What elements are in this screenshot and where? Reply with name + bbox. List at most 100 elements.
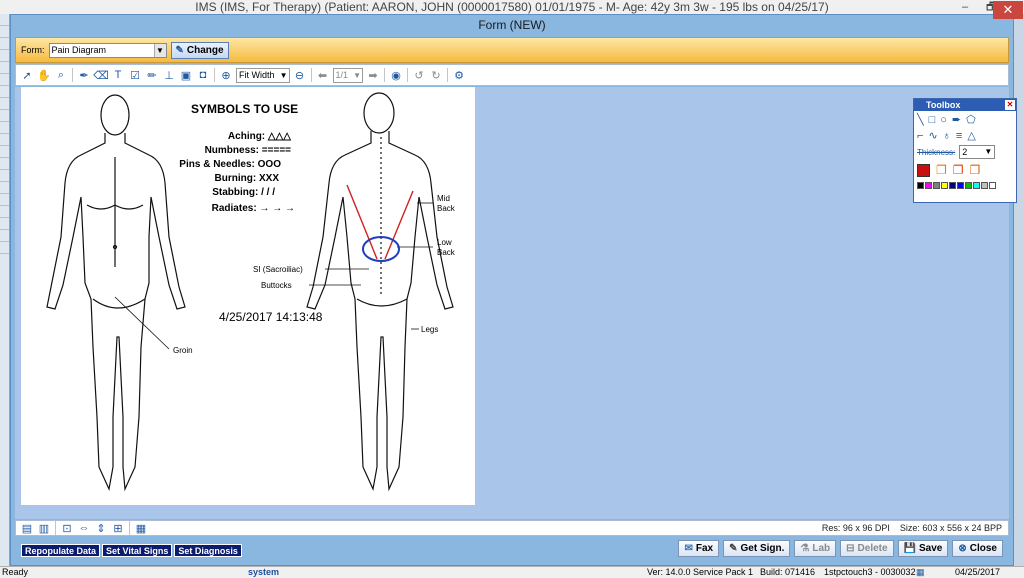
zoom-in-icon[interactable]: ⊕ bbox=[219, 68, 233, 82]
label-legs: Legs bbox=[421, 325, 438, 334]
minimize-button[interactable]: – bbox=[962, 0, 968, 14]
checkmark-icon[interactable]: ☑ bbox=[128, 68, 142, 82]
swatch-gray[interactable] bbox=[933, 182, 940, 189]
lab-label: Lab bbox=[812, 543, 831, 554]
freehand-icon[interactable]: ∿ bbox=[928, 130, 942, 142]
symbol-burning: Burning: XXX bbox=[215, 173, 280, 184]
eraser-icon[interactable]: ⌫ bbox=[93, 68, 109, 82]
page-select[interactable]: 1/1 ▼ bbox=[332, 67, 364, 83]
highlighter-icon[interactable]: ✏ bbox=[145, 68, 159, 82]
get-signature-button[interactable]: ✎ Get Sign. bbox=[723, 540, 791, 557]
swatch-cyan[interactable] bbox=[973, 182, 980, 189]
ellipse-icon[interactable]: ○ bbox=[940, 114, 952, 126]
swatch-yellow[interactable] bbox=[941, 182, 948, 189]
calendar-icon: ▦ bbox=[916, 567, 925, 577]
toolbox-close-icon[interactable]: ✕ bbox=[1005, 100, 1015, 110]
line-style-icon[interactable]: ≡ bbox=[956, 130, 967, 142]
form-window: Form (NEW) ✕ Form: Pain Diagram ▼ ✎ Chan… bbox=[10, 1, 1023, 566]
line-icon[interactable]: ╲ bbox=[917, 114, 929, 126]
next-page-icon[interactable]: ➡ bbox=[366, 68, 380, 82]
zoom-select[interactable]: Fit Width ▼ bbox=[236, 67, 290, 83]
color-tools-row: ❐ ❐ ❐ bbox=[914, 161, 1016, 179]
change-button[interactable]: ✎ Change bbox=[170, 41, 229, 59]
lab-button[interactable]: ⚗ Lab bbox=[794, 540, 837, 557]
toolbox-panel[interactable]: Toolbox ✕ ╲□○➨⬠ ⌐∿♁≡△ Thickness: 2 ▼ ❐ ❐… bbox=[913, 98, 1017, 203]
arrow-icon[interactable]: ➨ bbox=[952, 114, 966, 126]
swatch-green[interactable] bbox=[965, 182, 972, 189]
front-body-figure bbox=[46, 94, 186, 492]
save-icon: 💾 bbox=[903, 543, 917, 554]
line-color-icon[interactable]: ❐ bbox=[953, 163, 964, 177]
pan-hand-icon[interactable]: ✋ bbox=[37, 68, 51, 82]
measure-icon[interactable]: △ bbox=[967, 130, 980, 142]
previous-page-icon[interactable]: ⬅ bbox=[316, 68, 330, 82]
label-groin: Groin bbox=[173, 346, 193, 355]
rectangle-icon[interactable]: □ bbox=[929, 114, 941, 126]
edit-form-icon: ✎ bbox=[175, 44, 184, 56]
swatch-white[interactable] bbox=[989, 182, 996, 189]
grid-icon[interactable]: ▦ bbox=[134, 521, 148, 535]
thumbnail-icon[interactable]: ▤ bbox=[20, 521, 34, 535]
swatch-navy[interactable] bbox=[949, 182, 956, 189]
rotate-right-icon[interactable]: ↻ bbox=[429, 68, 443, 82]
status-version: Ver: 14.0.0 Service Pack 1 bbox=[647, 567, 754, 577]
fit-height-icon[interactable]: ⇕ bbox=[94, 521, 108, 535]
close-window-button[interactable]: ✕ bbox=[993, 1, 1023, 19]
fill-color-icon[interactable]: ❐ bbox=[936, 163, 947, 177]
status-date: 04/25/2017 bbox=[955, 567, 1001, 577]
scan-icon[interactable]: ◉ bbox=[389, 68, 403, 82]
rotate-left-icon[interactable]: ↺ bbox=[412, 68, 426, 82]
thickness-select[interactable]: 2 ▼ bbox=[959, 145, 996, 159]
text-icon[interactable]: T bbox=[111, 68, 125, 82]
symbol-aching: Aching: △△△ bbox=[228, 131, 291, 142]
save-button[interactable]: 💾 Save bbox=[897, 540, 949, 557]
toolbox-header[interactable]: Toolbox ✕ bbox=[914, 99, 1016, 111]
thickness-label: Thickness: bbox=[917, 147, 956, 157]
fax-button[interactable]: ✉ Fax bbox=[678, 540, 720, 557]
pdf-icon[interactable]: ▥ bbox=[37, 521, 51, 535]
current-color-icon[interactable] bbox=[917, 163, 930, 177]
fax-icon: ✉ bbox=[684, 543, 693, 554]
label-si: SI (Sacroiliac) bbox=[253, 265, 303, 274]
polygon-icon[interactable]: ⬠ bbox=[966, 114, 981, 126]
pain-diagram-document[interactable]: SYMBOLS TO USE Aching: △△△ Numbness: ===… bbox=[21, 87, 475, 505]
text-color-icon[interactable]: ❐ bbox=[970, 163, 981, 177]
fit-page-icon[interactable]: ⊡ bbox=[60, 521, 74, 535]
swatch-black[interactable] bbox=[917, 182, 924, 189]
zoom-out-icon[interactable]: ⊖ bbox=[293, 68, 307, 82]
repopulate-data-button[interactable]: Repopulate Data bbox=[21, 543, 101, 557]
close-button[interactable]: ⊗ Close bbox=[952, 540, 1003, 557]
form-canvas[interactable]: SYMBOLS TO USE Aching: △△△ Numbness: ===… bbox=[15, 87, 1009, 519]
polyline-icon[interactable]: ⌐ bbox=[917, 130, 928, 142]
shape-tools-row-1[interactable]: ╲□○➨⬠ bbox=[914, 111, 1016, 128]
form-select[interactable]: Pain Diagram ▼ bbox=[48, 42, 167, 58]
actual-size-icon[interactable]: ⊞ bbox=[111, 521, 125, 535]
chevron-down-icon[interactable]: ▼ bbox=[153, 43, 166, 57]
pointer-icon[interactable]: ➚ bbox=[20, 68, 34, 82]
zoom-region-icon[interactable]: ⌕ bbox=[54, 68, 68, 82]
thickness-row: Thickness: 2 ▼ bbox=[914, 143, 1016, 161]
image-icon[interactable]: ▣ bbox=[179, 68, 193, 82]
frame-icon[interactable]: ◘ bbox=[196, 68, 210, 82]
lasso-icon[interactable]: ♁ bbox=[943, 130, 956, 142]
stamp-icon[interactable]: ⊥ bbox=[162, 68, 176, 82]
status-bar: Ready system Ver: 14.0.0 Service Pack 1 … bbox=[0, 566, 1024, 578]
color-palette[interactable] bbox=[914, 179, 1016, 193]
pen-icon[interactable]: ✒ bbox=[77, 68, 91, 82]
shape-tools-row-2[interactable]: ⌐∿♁≡△ bbox=[914, 128, 1016, 143]
delete-button[interactable]: ⊟ Delete bbox=[840, 540, 894, 557]
tools-icon[interactable]: ⚙ bbox=[452, 68, 466, 82]
background-window-strip bbox=[0, 14, 10, 566]
set-diagnosis-button[interactable]: Set Diagnosis bbox=[174, 543, 242, 557]
label-low-back-1: Low bbox=[437, 238, 452, 247]
fit-width-icon[interactable]: ⇔ bbox=[77, 521, 91, 535]
form-title-bar: Form (NEW) ✕ bbox=[11, 1, 1023, 35]
image-info: Res: 96 x 96 DPI Size: 603 x 556 x 24 BP… bbox=[822, 523, 1002, 533]
leader-lines bbox=[114, 202, 433, 350]
swatch-blue[interactable] bbox=[957, 182, 964, 189]
swatch-magenta[interactable] bbox=[925, 182, 932, 189]
save-label: Save bbox=[919, 543, 943, 554]
swatch-silver[interactable] bbox=[981, 182, 988, 189]
form-action-bar: Repopulate Data Set Vital Signs Set Diag… bbox=[15, 537, 1009, 563]
set-vital-signs-button[interactable]: Set Vital Signs bbox=[102, 543, 173, 557]
